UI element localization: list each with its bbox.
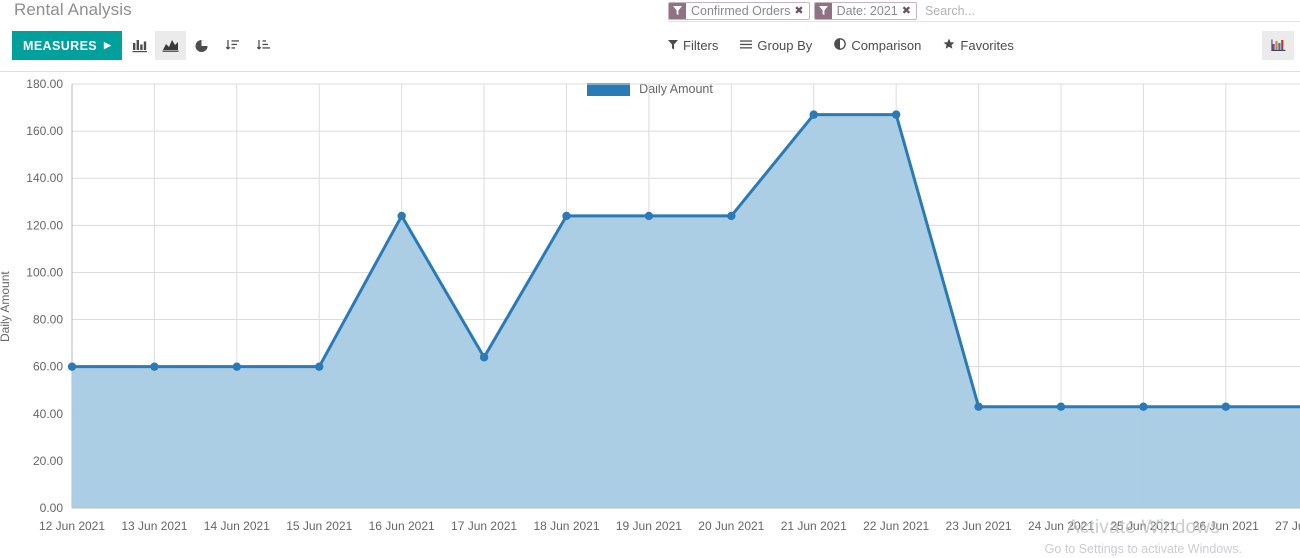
facet-label: Date: 2021 — [836, 3, 898, 18]
facet-confirmed-orders[interactable]: Confirmed Orders ✖ — [668, 1, 810, 20]
filter-icon — [669, 2, 686, 19]
pie-chart-icon[interactable] — [186, 31, 217, 60]
facet-label: Confirmed Orders — [691, 3, 791, 18]
data-point[interactable] — [397, 211, 406, 221]
y-tick-label: 20.00 — [33, 454, 63, 468]
graph-view-icon[interactable] — [1262, 31, 1294, 60]
comparison-menu[interactable]: Comparison — [834, 38, 921, 53]
x-tick-label: 17 Jun 2021 — [451, 519, 517, 533]
measures-button[interactable]: MEASURES ▶ — [12, 31, 123, 60]
group-by-menu[interactable]: Group By — [740, 38, 812, 53]
x-tick-label: 16 Jun 2021 — [369, 519, 435, 533]
search-input[interactable] — [920, 2, 1300, 19]
data-point[interactable] — [809, 110, 818, 119]
chart-container: Daily Amount Daily Amount 0.00 20.00 40.00… — [0, 72, 1300, 558]
x-tick-label: 22 Jun 2021 — [863, 519, 929, 533]
data-point[interactable] — [1221, 402, 1231, 411]
y-tick-label: 100.00 — [26, 265, 63, 279]
y-tick-label: 120.00 — [26, 218, 63, 232]
caret-right-icon: ▶ — [104, 40, 112, 50]
control-panel: Rental Analysis Confirmed Orders ✖ Date:… — [0, 0, 1300, 72]
data-point[interactable] — [315, 362, 324, 371]
y-tick-label: 160.00 — [26, 124, 63, 138]
favorites-label: Favorites — [960, 38, 1014, 53]
x-tick-label: 13 Jun 2021 — [121, 519, 187, 533]
filters-label: Filters — [683, 38, 719, 53]
group-by-label: Group By — [757, 38, 813, 53]
x-tick-label: 21 Jun 2021 — [781, 519, 847, 533]
filter-icon — [668, 38, 678, 53]
close-icon[interactable]: ✖ — [902, 4, 916, 17]
facet-date[interactable]: Date: 2021 ✖ — [813, 1, 917, 20]
y-tick-label: 180.00 — [26, 77, 63, 91]
y-tick-label: 40.00 — [33, 407, 63, 421]
data-point[interactable] — [727, 211, 736, 221]
adjust-icon — [834, 38, 847, 53]
y-tick-label: 80.00 — [33, 313, 63, 327]
sort-ascending-icon[interactable] — [248, 31, 279, 60]
view-type-icons — [124, 31, 279, 60]
data-point[interactable] — [1139, 402, 1148, 411]
x-tick-label: 24 Jun 2021 — [1028, 519, 1094, 533]
comparison-label: Comparison — [851, 38, 922, 53]
area-fill — [72, 114, 1300, 508]
close-icon[interactable]: ✖ — [794, 4, 808, 17]
data-point[interactable] — [644, 211, 654, 221]
bar-chart-icon[interactable] — [124, 31, 155, 60]
area-chart-plot[interactable]: 0.00 20.00 40.00 60.00 80.00 100.00 120.00 140.… — [0, 72, 1300, 558]
data-point[interactable] — [562, 211, 571, 221]
x-tick-label: 27 Jun 2021 — [1275, 519, 1300, 533]
filter-icon — [814, 2, 832, 19]
x-tick-label: 15 Jun 2021 — [286, 519, 352, 533]
x-tick-label: 14 Jun 2021 — [204, 519, 270, 533]
area-chart-icon[interactable] — [155, 31, 186, 60]
breadcrumb[interactable]: Rental Analysis — [14, 0, 132, 20]
x-tick-label: 25 Jun 2021 — [1110, 519, 1176, 533]
x-tick-label: 12 Jun 2021 — [39, 519, 105, 533]
data-point[interactable] — [479, 353, 489, 362]
x-tick-label: 23 Jun 2021 — [946, 519, 1012, 533]
data-point[interactable] — [150, 362, 159, 371]
data-point[interactable] — [891, 110, 901, 119]
filters-menu[interactable]: Filters — [668, 38, 718, 53]
data-point[interactable] — [974, 402, 983, 411]
search-menu-cluster: Filters Group By Comparison Favorites — [668, 31, 1014, 60]
favorites-menu[interactable]: Favorites — [943, 38, 1014, 53]
search-view: Confirmed Orders ✖ Date: 2021 ✖ — [668, 0, 1300, 22]
y-tick-label: 140.00 — [26, 171, 63, 185]
star-icon — [943, 38, 955, 53]
y-tick-label: 60.00 — [33, 360, 63, 374]
data-point[interactable] — [1056, 402, 1066, 411]
data-point[interactable] — [67, 362, 77, 371]
measures-label: MEASURES — [23, 38, 98, 53]
bars-icon — [740, 38, 753, 53]
sort-descending-icon[interactable] — [217, 31, 248, 60]
y-tick-label: 0.00 — [40, 501, 64, 515]
x-tick-label: 18 Jun 2021 — [533, 519, 599, 533]
data-point[interactable] — [232, 362, 242, 371]
x-tick-label: 26 Jun 2021 — [1193, 519, 1259, 533]
x-tick-label: 19 Jun 2021 — [616, 519, 682, 533]
x-tick-label: 20 Jun 2021 — [698, 519, 764, 533]
